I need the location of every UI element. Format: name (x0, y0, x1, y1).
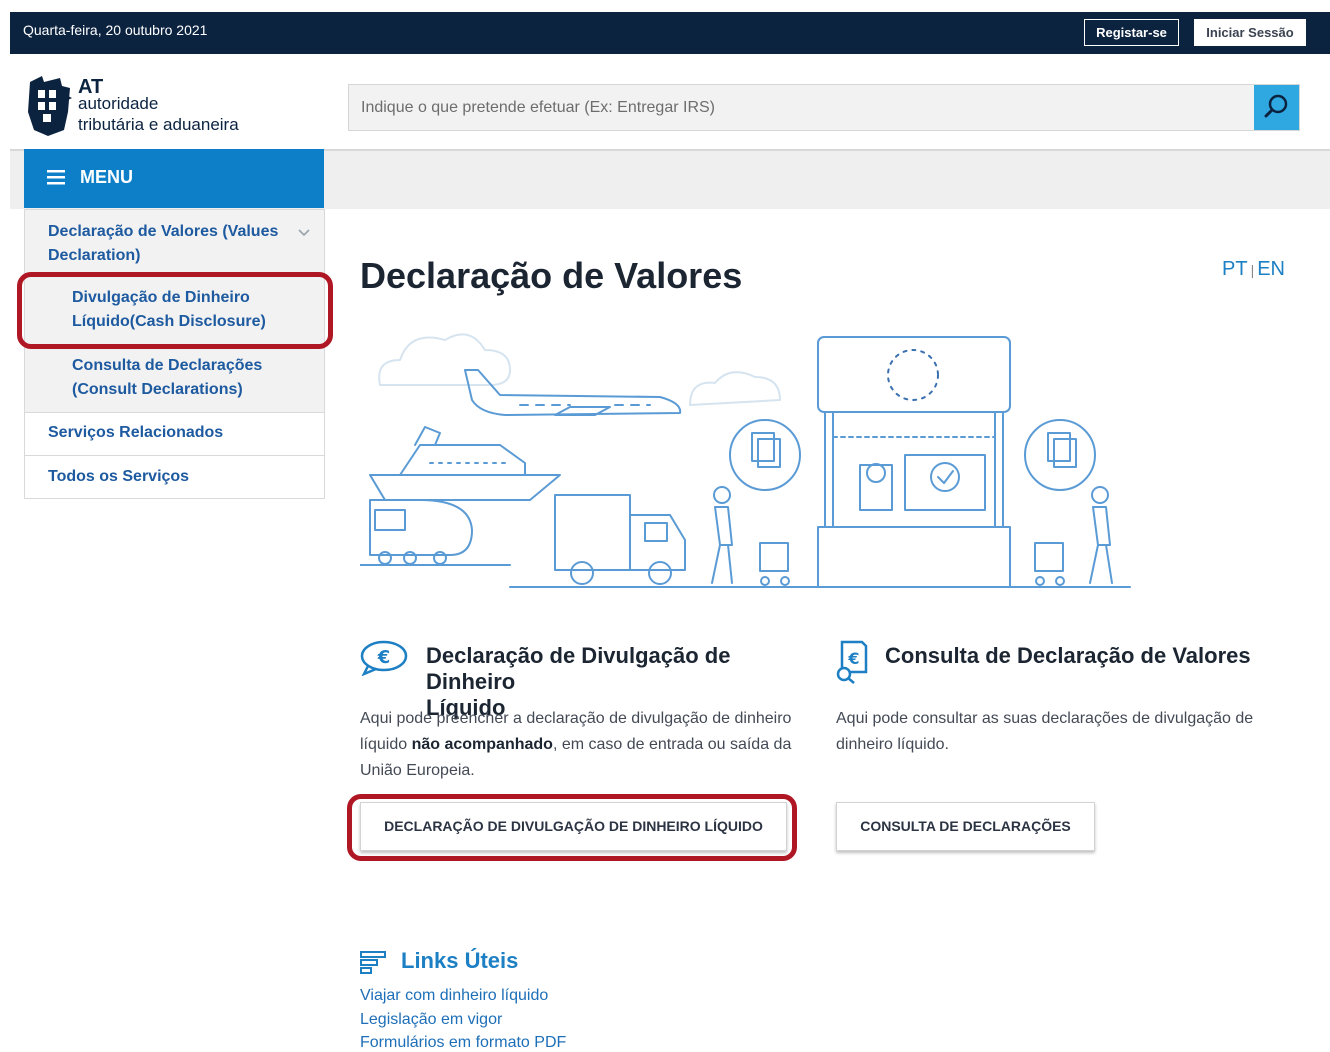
card-text-line3: União Europeia. (360, 762, 475, 779)
logo-line2: tributária e aduaneira (78, 115, 239, 134)
card-consult-title: Consulta de Declaração de Valores (885, 643, 1251, 668)
lang-separator: | (1250, 262, 1255, 278)
menu-button[interactable]: MENU (24, 149, 324, 208)
svg-text:€: € (847, 649, 859, 668)
sidebar-item-label-line1: Consulta de Declarações (72, 357, 263, 374)
chevron-down-icon[interactable] (297, 228, 311, 238)
top-bar: Quarta-feira, 20 outubro 2021 Registar-s… (10, 12, 1330, 54)
svg-text:€: € (377, 647, 391, 668)
card-text-part: , em caso de entrada ou saída da (552, 736, 792, 753)
search-box (348, 84, 1300, 131)
login-button[interactable]: Iniciar Sessão (1194, 19, 1306, 46)
lang-en[interactable]: EN (1257, 258, 1285, 280)
link-legislacao[interactable]: Legislação em vigor (360, 1011, 502, 1029)
sidebar-item-consult-declarations[interactable]: Consulta de Declarações (Consult Declara… (72, 354, 302, 402)
register-button[interactable]: Registar-se (1084, 19, 1179, 46)
card-text-bold: não acompanhado (411, 736, 553, 753)
sidebar: Declaração de Valores (Values Declaratio… (24, 209, 325, 499)
sidebar-item-todos-servicos[interactable]: Todos os Serviços (48, 465, 189, 489)
card-consult-text: Aqui pode consultar as suas declarações … (836, 706, 1296, 758)
search-button[interactable] (1254, 85, 1299, 130)
link-formularios-pdf[interactable]: Formulários em formato PDF (360, 1034, 566, 1052)
lang-pt[interactable]: PT (1222, 258, 1248, 280)
logo-line1: autoridade (78, 94, 159, 113)
language-switcher: PT | EN (1222, 258, 1285, 281)
consult-declarations-button[interactable]: CONSULTA DE DECLARAÇÕES (836, 802, 1095, 851)
card-text-part: líquido (360, 736, 412, 753)
sidebar-group-declaracao-valores[interactable]: Declaração de Valores (Values Declaratio… (48, 220, 288, 268)
link-viajar-dinheiro[interactable]: Viajar com dinheiro líquido (360, 987, 548, 1005)
at-logo[interactable]: AT autoridade tributária e aduaneira (24, 70, 284, 140)
card-text-line1: Aqui pode consultar as suas declarações … (836, 710, 1254, 727)
sidebar-item-label-line2: (Consult Declarations) (72, 381, 243, 398)
page-title: Declaração de Valores (360, 255, 743, 296)
document-search-icon: € (836, 640, 868, 684)
sidebar-item-servicos-relacionados[interactable]: Serviços Relacionados (48, 421, 223, 445)
menu-label: MENU (80, 167, 133, 187)
highlight-frame-button (347, 794, 797, 861)
useful-links-title: Links Úteis (401, 948, 519, 973)
euro-speech-icon: € (360, 640, 408, 676)
card-text-line2: líquido não acompanhado, em caso de entr… (360, 732, 820, 758)
sidebar-group-label-line1: Declaração de Valores (Values (48, 223, 279, 240)
divider (25, 455, 324, 456)
card-text-line2: dinheiro líquido. (836, 736, 949, 753)
list-icon (360, 951, 386, 974)
card-title-line1: Declaração de Divulgação de Dinheiro (426, 643, 731, 694)
search-input[interactable] (349, 85, 1255, 130)
card-text-line1: Aqui pode preencher a declaração de divu… (360, 710, 792, 727)
hamburger-icon (47, 170, 65, 185)
search-icon (1264, 94, 1288, 118)
card-cash-disclosure-text: Aqui pode preencher a declaração de divu… (360, 706, 820, 784)
divider (25, 412, 324, 413)
current-date: Quarta-feira, 20 outubro 2021 (23, 22, 208, 38)
portugal-shield-icon (28, 76, 72, 136)
sidebar-group-label-line2: Declaration) (48, 247, 141, 264)
travel-border-illustration (360, 333, 1131, 588)
highlight-frame-sidebar (17, 272, 333, 349)
